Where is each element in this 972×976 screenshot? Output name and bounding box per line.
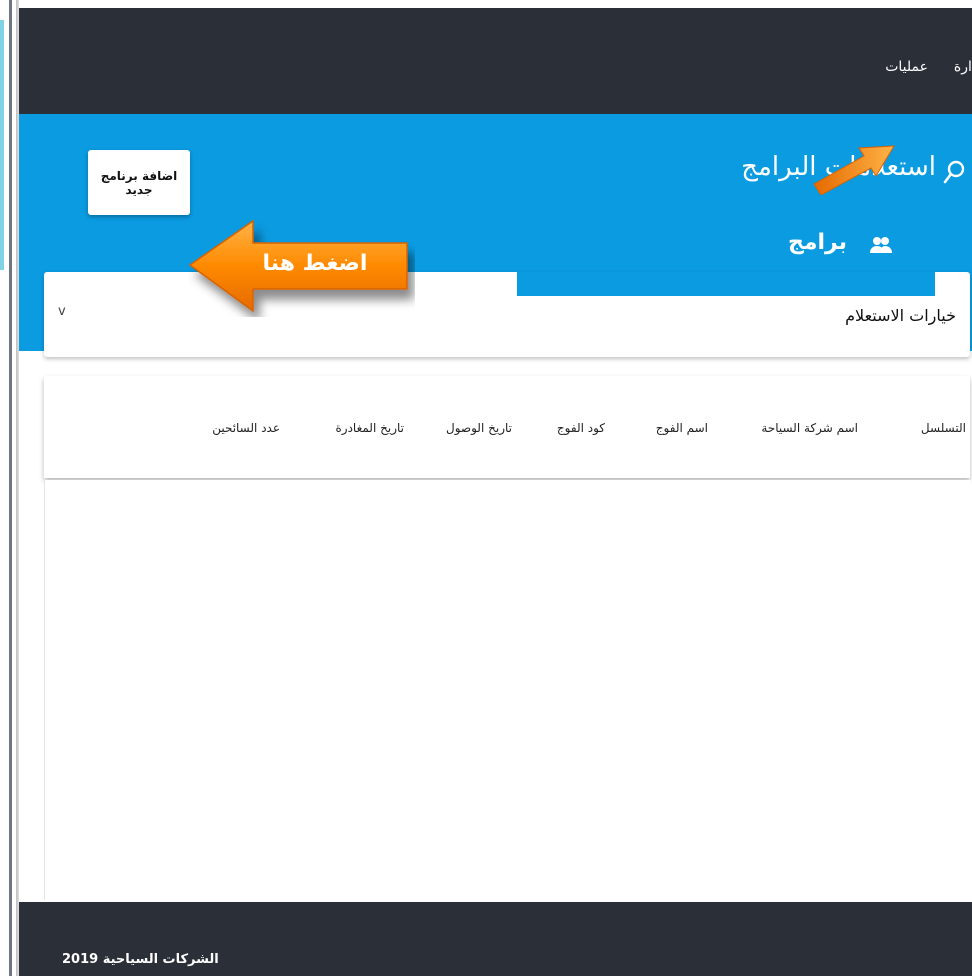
footer: الشركات السياحية 2019 xyxy=(19,902,972,976)
callout-label: اضغط هنا xyxy=(262,251,368,276)
column-header-departure-date[interactable]: تاريخ المغادرة xyxy=(336,421,405,435)
column-header-company[interactable]: اسم شركة السياحة xyxy=(761,421,858,435)
column-header-group-name[interactable]: اسم الفوج xyxy=(656,421,708,435)
column-header-group-code[interactable]: كود الفوج xyxy=(557,421,605,435)
column-header-serial[interactable]: التسلسل xyxy=(921,421,966,435)
header-overlap xyxy=(517,272,935,296)
footer-copyright: الشركات السياحية 2019 xyxy=(62,952,219,967)
column-header-tourist-count[interactable]: عدد السائحين xyxy=(212,421,280,435)
chevron-down-icon[interactable]: v xyxy=(58,304,66,319)
section-title: برامج xyxy=(788,230,847,255)
topbar-edge xyxy=(19,0,972,8)
nav-item-admin[interactable]: إدارة xyxy=(954,59,972,75)
add-program-button[interactable]: اضافة برنامج جديد xyxy=(88,150,190,215)
nav-item-operations[interactable]: عمليات xyxy=(885,59,928,75)
search-icon[interactable] xyxy=(942,159,968,185)
pointer-arrow-icon xyxy=(813,145,895,195)
window-frame-border xyxy=(9,0,12,976)
top-navbar: إدارة عمليات xyxy=(19,8,972,114)
query-options-label[interactable]: خيارات الاستعلام xyxy=(845,306,956,325)
group-icon xyxy=(870,237,892,253)
programs-table-header: التسلسل اسم شركة السياحة اسم الفوج كود ا… xyxy=(44,376,970,478)
table-body xyxy=(44,480,971,900)
window-frame-accent xyxy=(0,20,4,270)
column-header-arrival-date[interactable]: تاريخ الوصول xyxy=(446,421,512,435)
